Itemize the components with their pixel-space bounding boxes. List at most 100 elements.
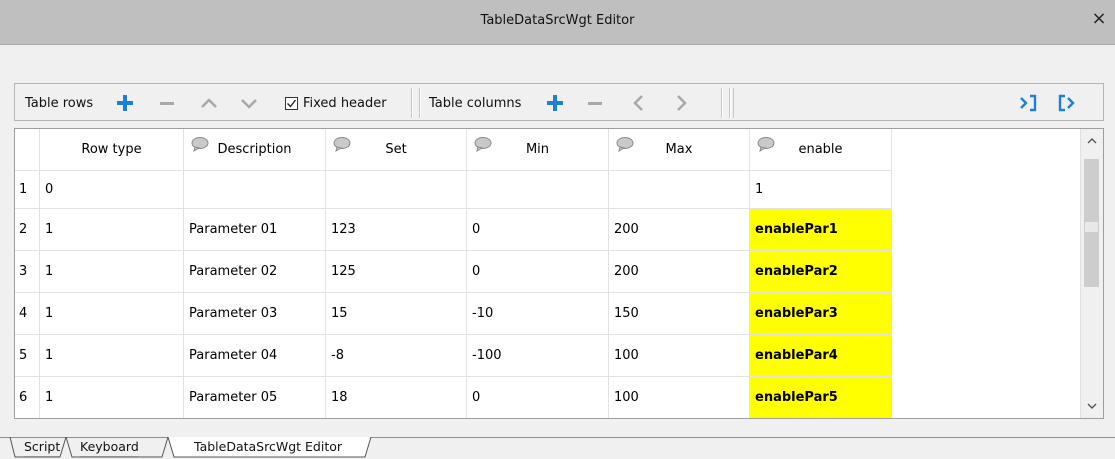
scroll-down-button[interactable] [1081, 396, 1103, 416]
bottom-tab-bar: Script Keyboard TableDataSrcWgt Editor [0, 437, 1115, 459]
table-cell[interactable] [467, 171, 609, 209]
import-button[interactable] [1055, 91, 1079, 115]
table-cell[interactable] [609, 171, 750, 209]
comment-bubble-icon [191, 137, 209, 152]
table-cell[interactable]: Parameter 05 [184, 377, 326, 418]
table-cell[interactable]: 123 [326, 209, 467, 251]
column-header[interactable]: enable [750, 129, 892, 171]
table-cell[interactable]: -10 [467, 293, 609, 335]
comment-bubble-icon [757, 137, 775, 152]
highlighted-cell[interactable]: enablePar4 [750, 335, 892, 377]
vertical-scrollbar[interactable] [1080, 129, 1103, 418]
table-cell[interactable]: Parameter 04 [184, 335, 326, 377]
add-column-button[interactable] [543, 91, 567, 115]
table-cell[interactable]: 0 [467, 251, 609, 293]
scrollbar-grip [1085, 222, 1098, 232]
highlighted-cell[interactable]: enablePar1 [750, 209, 892, 251]
minus-icon [588, 102, 602, 105]
table-cell[interactable]: 15 [326, 293, 467, 335]
row-number: 4 [15, 293, 40, 335]
column-header-label: Max [665, 142, 693, 157]
table-cell[interactable]: Parameter 03 [184, 293, 326, 335]
table-cell[interactable]: 200 [609, 251, 750, 293]
plus-icon [547, 95, 563, 111]
table-cell[interactable]: Parameter 01 [184, 209, 326, 251]
table-cell[interactable]: 1 [40, 209, 184, 251]
add-row-button[interactable] [113, 91, 137, 115]
tab-tabledatasrcwgt-editor[interactable]: TableDataSrcWgt Editor [194, 437, 342, 457]
table-cell[interactable]: -8 [326, 335, 467, 377]
comment-bubble-icon [616, 137, 634, 152]
table-cell[interactable]: 0 [467, 209, 609, 251]
table-rows-label: Table rows [25, 95, 94, 111]
chevron-up-icon [1087, 138, 1097, 144]
fixed-header-label: Fixed header [303, 95, 387, 111]
remove-row-button[interactable] [155, 91, 179, 115]
move-row-up-button[interactable] [197, 91, 221, 115]
chevron-left-icon [633, 95, 643, 111]
tab-keyboard[interactable]: Keyboard [80, 437, 139, 457]
move-column-right-button[interactable] [669, 91, 693, 115]
row-number: 6 [15, 377, 40, 418]
table-cell[interactable]: 100 [609, 377, 750, 418]
checkbox-box[interactable] [285, 96, 298, 110]
row-number: 2 [15, 209, 40, 251]
comment-bubble-icon [474, 137, 492, 152]
chevron-down-icon [241, 99, 257, 109]
chevron-up-icon [201, 98, 217, 108]
column-header-label: Set [385, 142, 407, 157]
column-header[interactable]: Row type [40, 129, 184, 171]
scroll-up-button[interactable] [1081, 131, 1103, 151]
import-icon [1058, 94, 1075, 112]
title-bar: TableDataSrcWgt Editor × [0, 0, 1115, 45]
column-header[interactable]: Max [609, 129, 750, 171]
fixed-header-checkbox[interactable]: Fixed header [285, 84, 387, 122]
column-header-label: Description [217, 142, 292, 157]
chevron-down-icon [1087, 403, 1097, 409]
move-column-left-button[interactable] [627, 91, 651, 115]
highlighted-cell[interactable]: enablePar3 [750, 293, 892, 335]
tab-script[interactable]: Script [24, 437, 61, 457]
highlighted-cell[interactable]: enablePar5 [750, 377, 892, 418]
column-header[interactable]: Set [326, 129, 467, 171]
move-row-down-button[interactable] [237, 91, 261, 115]
table-cell[interactable]: -100 [467, 335, 609, 377]
minus-icon [160, 102, 174, 105]
table-cell[interactable]: 0 [467, 377, 609, 418]
toolbar: Table rows Fixed header Table columns [14, 83, 1104, 121]
table-cell[interactable]: 1 [40, 251, 184, 293]
corner-cell [15, 129, 40, 171]
table-cell[interactable]: 125 [326, 251, 467, 293]
table-cell[interactable]: 0 [40, 171, 184, 209]
checkmark-icon [287, 99, 297, 108]
column-header-label: Row type [81, 142, 142, 157]
table-grid: Row type Description Set Min Max enable … [14, 128, 1104, 419]
table-cell[interactable]: 1 [40, 293, 184, 335]
column-header-label: Min [525, 142, 550, 157]
plus-icon [117, 95, 133, 111]
window-title: TableDataSrcWgt Editor [480, 13, 635, 28]
table-cell[interactable] [184, 171, 326, 209]
table-cell[interactable] [326, 171, 467, 209]
column-header[interactable]: Description [184, 129, 326, 171]
comment-bubble-icon [333, 137, 351, 152]
table-cell[interactable]: 200 [609, 209, 750, 251]
highlighted-cell[interactable]: enablePar2 [750, 251, 892, 293]
table-cell[interactable]: 1 [40, 335, 184, 377]
table-columns-label: Table columns [429, 95, 522, 111]
chevron-right-icon [677, 95, 687, 111]
table-cell[interactable]: 100 [609, 335, 750, 377]
row-number: 5 [15, 335, 40, 377]
row-number: 3 [15, 251, 40, 293]
table-cell[interactable]: 18 [326, 377, 467, 418]
table-cell[interactable]: 1 [750, 171, 892, 209]
row-number: 1 [15, 171, 40, 209]
table-cell[interactable]: 1 [40, 377, 184, 418]
close-icon[interactable]: × [1089, 9, 1109, 29]
table-cell[interactable]: 150 [609, 293, 750, 335]
remove-column-button[interactable] [583, 91, 607, 115]
column-header[interactable]: Min [467, 129, 609, 171]
export-icon [1020, 94, 1037, 112]
export-button[interactable] [1017, 91, 1041, 115]
table-cell[interactable]: Parameter 02 [184, 251, 326, 293]
